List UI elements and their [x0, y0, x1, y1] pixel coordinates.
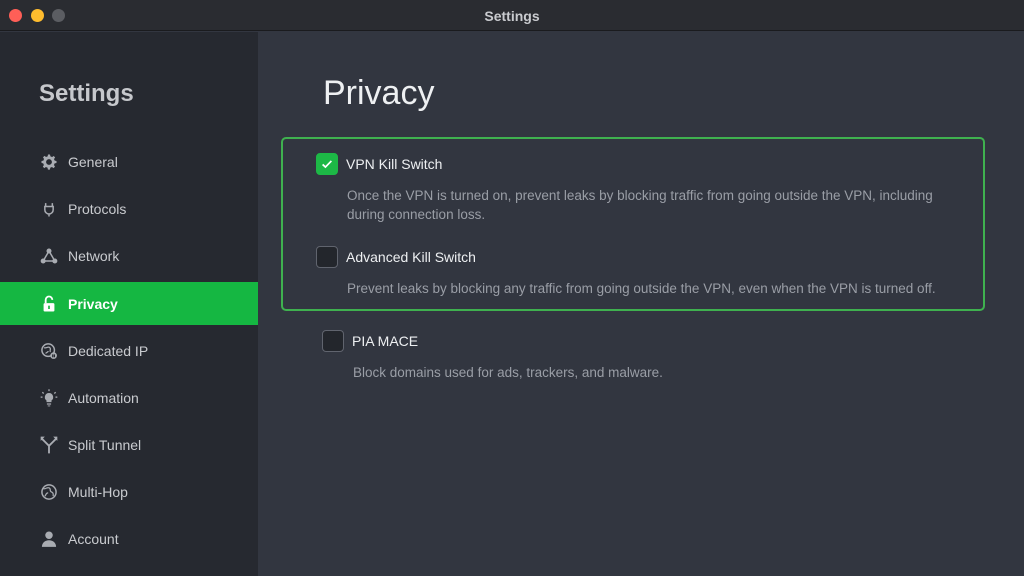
sidebar-item-account[interactable]: Account	[0, 517, 258, 560]
checkmark-icon	[322, 160, 333, 169]
lock-icon	[38, 293, 60, 315]
sidebar-item-split-tunnel[interactable]: Split Tunnel	[0, 423, 258, 466]
sidebar-item-privacy[interactable]: Privacy	[0, 282, 258, 325]
network-icon	[38, 245, 60, 267]
sidebar-item-multi-hop[interactable]: Multi-Hop	[0, 470, 258, 513]
description-line: during connection loss.	[347, 207, 486, 222]
pia-mace-label: PIA MACE	[352, 333, 419, 349]
title-bar: Settings	[0, 0, 1024, 31]
vpn-kill-switch-label: VPN Kill Switch	[346, 156, 443, 172]
vpn-kill-switch-checkbox[interactable]	[316, 153, 338, 175]
sidebar-item-label: Automation	[68, 389, 139, 406]
sidebar-item-automation[interactable]: Automation	[0, 376, 258, 419]
description-line: Once the VPN is turned on, prevent leaks…	[347, 188, 933, 203]
advanced-kill-switch-checkbox[interactable]	[316, 246, 338, 268]
advanced-kill-switch-description: Prevent leaks by blocking any traffic fr…	[347, 281, 936, 296]
pia-mace-description: Block domains used for ads, trackers, an…	[353, 365, 663, 380]
sidebar-item-label: Privacy	[68, 295, 118, 312]
vpn-kill-switch-description: Once the VPN is turned on, prevent leaks…	[347, 186, 1007, 224]
globe-icon	[38, 481, 60, 503]
page-title: Privacy	[323, 74, 435, 112]
lightbulb-icon	[38, 387, 60, 409]
dedicated-ip-icon	[38, 340, 60, 362]
sidebar-item-label: Multi-Hop	[68, 483, 128, 500]
sidebar-item-network[interactable]: Network	[0, 234, 258, 277]
gear-icon	[38, 151, 60, 173]
sidebar-title: Settings	[39, 80, 134, 107]
window-title: Settings	[484, 8, 540, 24]
sidebar: Settings General Protocols Network Priva…	[0, 32, 258, 576]
pia-mace-option[interactable]: PIA MACE	[322, 330, 418, 352]
user-icon	[38, 528, 60, 550]
settings-window: Settings Settings General Protocols Netw…	[0, 0, 1024, 576]
sidebar-item-protocols[interactable]: Protocols	[0, 187, 258, 230]
sidebar-item-label: Split Tunnel	[68, 436, 142, 453]
sidebar-item-general[interactable]: General	[0, 140, 258, 183]
split-tunnel-icon	[38, 434, 60, 456]
vpn-kill-switch-option[interactable]: VPN Kill Switch	[316, 153, 442, 175]
protocols-icon	[38, 198, 60, 220]
sidebar-item-label: Network	[68, 247, 120, 264]
pia-mace-checkbox[interactable]	[322, 330, 344, 352]
sidebar-item-label: Account	[68, 530, 119, 547]
sidebar-item-label: General	[68, 153, 118, 170]
sidebar-item-label: Protocols	[68, 200, 127, 217]
advanced-kill-switch-label: Advanced Kill Switch	[346, 249, 476, 265]
advanced-kill-switch-option[interactable]: Advanced Kill Switch	[316, 246, 476, 268]
sidebar-item-label: Dedicated IP	[68, 342, 149, 359]
main-content: Privacy VPN Kill Switch Once the VPN is …	[258, 32, 1024, 576]
sidebar-item-dedicated-ip[interactable]: Dedicated IP	[0, 329, 258, 372]
